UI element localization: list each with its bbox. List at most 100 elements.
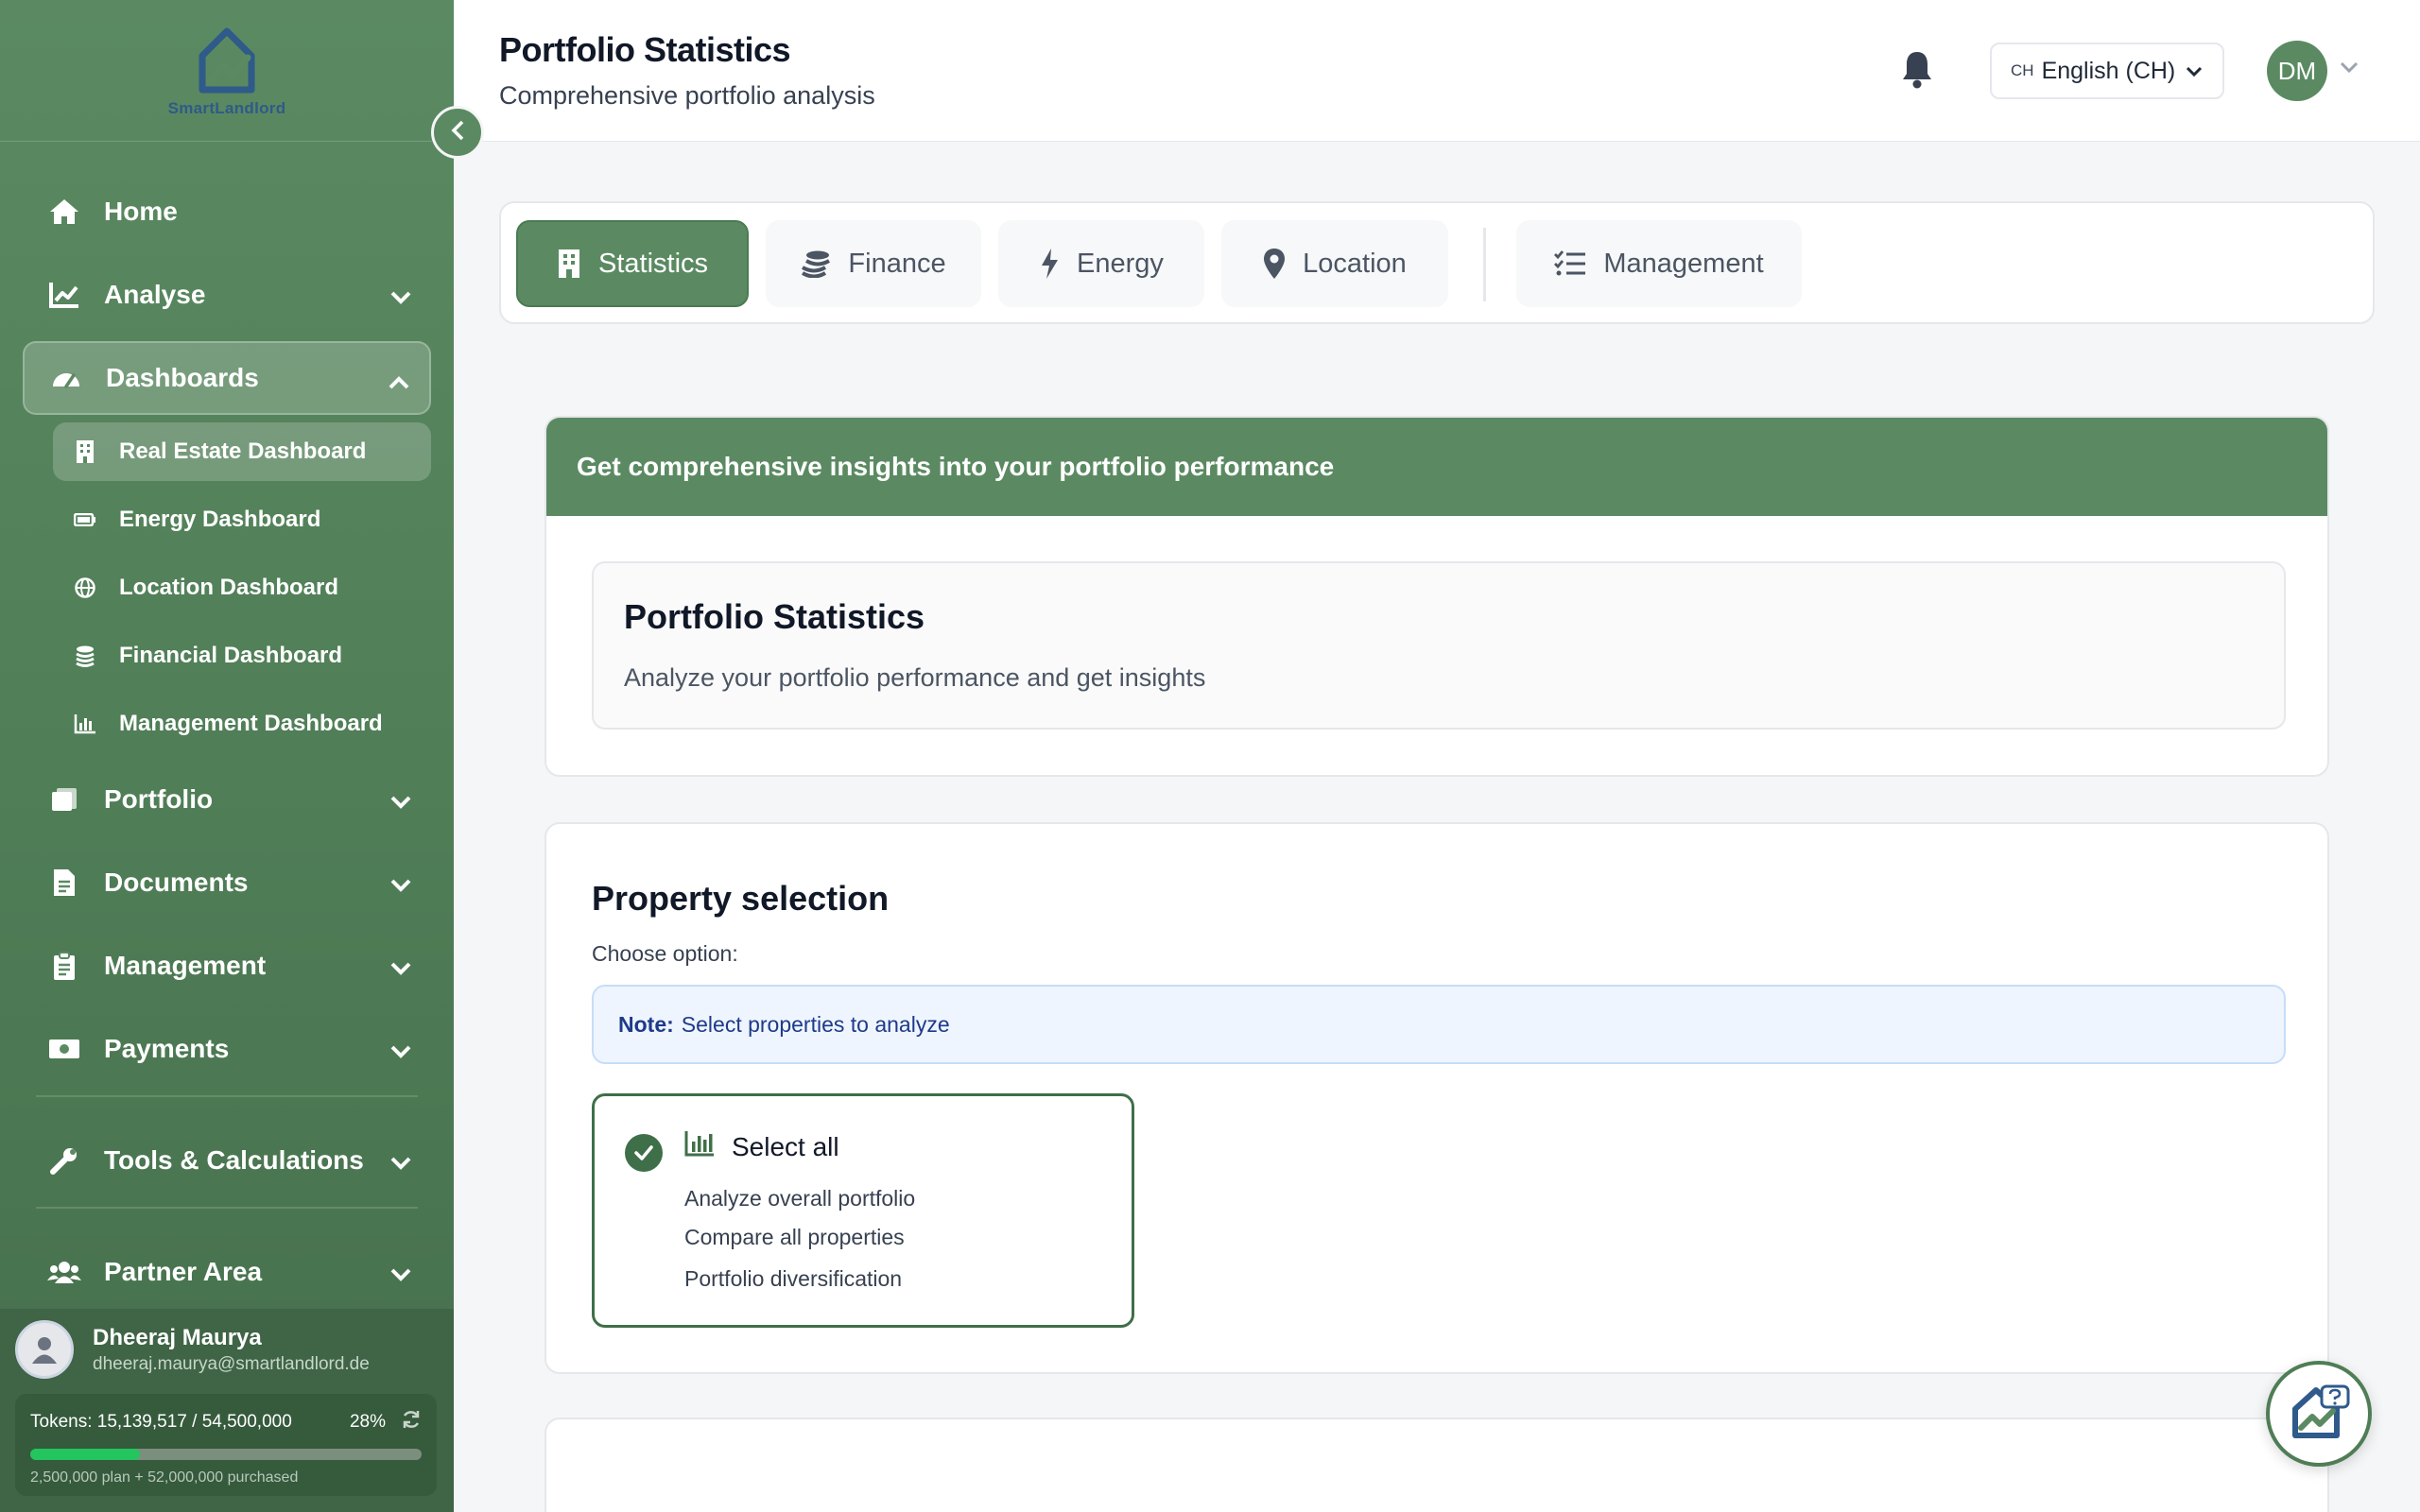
tab-label: Finance xyxy=(848,248,946,279)
sidebar-subitem-real-estate-dashboard[interactable]: Real Estate Dashboard xyxy=(53,422,431,481)
refresh-icon[interactable] xyxy=(401,1409,422,1435)
sidebar-subitem-label: Real Estate Dashboard xyxy=(119,438,367,464)
globe-icon xyxy=(72,575,98,601)
tab-label: Management xyxy=(1603,248,1764,279)
sidebar-divider xyxy=(36,1095,418,1097)
tab-finance[interactable]: Finance xyxy=(766,220,981,307)
property-selection-card: Property selection Choose option: Note: … xyxy=(544,822,2329,1374)
tab-location[interactable]: Location xyxy=(1221,220,1448,307)
page-subtitle: Comprehensive portfolio analysis xyxy=(499,81,875,110)
tab-label: Statistics xyxy=(597,248,709,279)
sidebar-item-label: Documents xyxy=(104,868,249,897)
sidebar-item-label: Payments xyxy=(104,1034,230,1063)
sidebar-item-label: Dashboards xyxy=(106,363,259,392)
building-icon xyxy=(72,438,98,465)
note-text: Select properties to analyze xyxy=(681,1011,950,1037)
chat-house-icon xyxy=(2288,1383,2350,1446)
logo-text: SmartLandlord xyxy=(167,98,286,117)
token-usage: Tokens: 15,139,517 / 54,500,000 28% 2,50… xyxy=(15,1394,437,1496)
token-count: Tokens: 15,139,517 / 54,500,000 xyxy=(30,1412,292,1432)
portfolio-statistics-card: Portfolio Statistics Analyze your portfo… xyxy=(592,561,2286,730)
sidebar-subitem-energy-dashboard[interactable]: Energy Dashboard xyxy=(53,490,431,549)
token-percent: 28% xyxy=(349,1412,386,1432)
sidebar-item-management[interactable]: Management xyxy=(23,929,431,1003)
line-chart-icon xyxy=(45,276,83,314)
token-footnote: 2,500,000 plan + 52,000,000 purchased xyxy=(30,1469,299,1486)
chevron-down-icon xyxy=(389,282,412,312)
sidebar-item-analyse[interactable]: Analyse xyxy=(23,258,431,332)
option-select-all[interactable]: Select all Analyze overall portfolio Com… xyxy=(592,1093,1134,1328)
coins-icon xyxy=(72,643,98,669)
chevron-left-icon xyxy=(449,119,466,146)
page-title: Portfolio Statistics xyxy=(499,30,791,69)
tab-statistics[interactable]: Statistics xyxy=(516,220,749,307)
sidebar-item-label: Partner Area xyxy=(104,1257,263,1286)
language-code: CH xyxy=(2011,61,2034,79)
option-description: Analyze overall portfolio xyxy=(684,1186,916,1211)
tab-label: Energy xyxy=(1077,248,1164,279)
language-selector[interactable]: CH English (CH) xyxy=(1990,43,2224,99)
sidebar-item-label: Analyse xyxy=(104,280,206,309)
sidebar-subitem-financial-dashboard[interactable]: Financial Dashboard xyxy=(53,627,431,685)
sidebar-item-label: Tools & Calculations xyxy=(104,1145,364,1175)
bar-chart-icon xyxy=(684,1130,715,1161)
bolt-icon xyxy=(1039,248,1060,280)
choose-option-label: Choose option: xyxy=(592,941,738,966)
sidebar-item-label: Home xyxy=(104,197,178,226)
option-title: Select all xyxy=(732,1132,839,1161)
sidebar-item-documents[interactable]: Documents xyxy=(23,846,431,919)
sidebar-item-dashboards[interactable]: Dashboards xyxy=(23,341,431,415)
sidebar-collapse-button[interactable] xyxy=(431,106,484,159)
sidebar-item-tools[interactable]: Tools & Calculations xyxy=(23,1124,431,1197)
chevron-down-icon xyxy=(389,1259,412,1289)
check-circle-icon[interactable] xyxy=(625,1134,663,1172)
user-profile[interactable]: Dheeraj Maurya dheeraj.maurya@smartlandl… xyxy=(15,1320,370,1379)
dashboards-submenu: Real Estate Dashboard Energy Dashboard L… xyxy=(53,422,431,753)
sidebar-item-home[interactable]: Home xyxy=(23,175,431,249)
sidebar-subitem-label: Financial Dashboard xyxy=(119,643,343,668)
option-description: Portfolio diversification xyxy=(684,1266,903,1291)
tab-label: Location xyxy=(1303,248,1407,279)
sidebar-divider xyxy=(36,1207,418,1209)
users-icon xyxy=(45,1253,83,1291)
option-description: Compare all properties xyxy=(684,1225,905,1249)
chevron-down-icon[interactable] xyxy=(2339,60,2360,78)
sidebar-subitem-management-dashboard[interactable]: Management Dashboard xyxy=(53,695,431,753)
battery-icon xyxy=(72,507,98,533)
logo-icon xyxy=(199,27,255,93)
map-pin-icon xyxy=(1263,248,1286,280)
user-name: Dheeraj Maurya xyxy=(93,1324,262,1350)
document-icon xyxy=(45,864,83,902)
top-header: Portfolio Statistics Comprehensive portf… xyxy=(454,0,2420,142)
insight-banner: Get comprehensive insights into your por… xyxy=(546,418,2327,516)
note-banner: Note: Select properties to analyze xyxy=(592,985,2286,1064)
clipboard-icon xyxy=(45,947,83,985)
sidebar-item-payments[interactable]: Payments xyxy=(23,1012,431,1086)
chevron-down-icon xyxy=(389,786,412,816)
language-label: English (CH) xyxy=(2041,57,2176,84)
chevron-down-icon xyxy=(389,1036,412,1066)
tab-divider xyxy=(1483,228,1486,301)
user-email: dheeraj.maurya@smartlandlord.de xyxy=(93,1353,370,1374)
coins-icon xyxy=(801,249,831,278)
sidebar-item-partner-area[interactable]: Partner Area xyxy=(23,1235,431,1309)
sidebar: SmartLandlord Home Analyse Dashboards Re… xyxy=(0,0,454,1512)
chat-assistant-button[interactable] xyxy=(2266,1361,2372,1467)
notification-bell-icon[interactable] xyxy=(1900,49,1934,94)
user-panel: Dheeraj Maurya dheeraj.maurya@smartlandl… xyxy=(0,1309,454,1512)
logo[interactable]: SmartLandlord xyxy=(0,0,454,142)
dashboard-tabs: Statistics Finance Energy Location Manag… xyxy=(499,201,2375,324)
sidebar-subitem-location-dashboard[interactable]: Location Dashboard xyxy=(53,558,431,617)
user-avatar-icon xyxy=(15,1320,74,1379)
tab-management[interactable]: Management xyxy=(1516,220,1802,307)
sidebar-item-portfolio[interactable]: Portfolio xyxy=(23,763,431,836)
user-avatar[interactable]: DM xyxy=(2267,41,2327,101)
tab-energy[interactable]: Energy xyxy=(998,220,1204,307)
card-subtitle: Analyze your portfolio performance and g… xyxy=(624,663,1206,692)
sidebar-subitem-label: Location Dashboard xyxy=(119,575,339,600)
chevron-down-icon xyxy=(389,953,412,983)
folder-icon xyxy=(45,781,83,818)
note-label: Note: xyxy=(618,1011,674,1037)
chevron-up-icon xyxy=(388,367,410,397)
bar-chart-icon xyxy=(72,711,98,737)
